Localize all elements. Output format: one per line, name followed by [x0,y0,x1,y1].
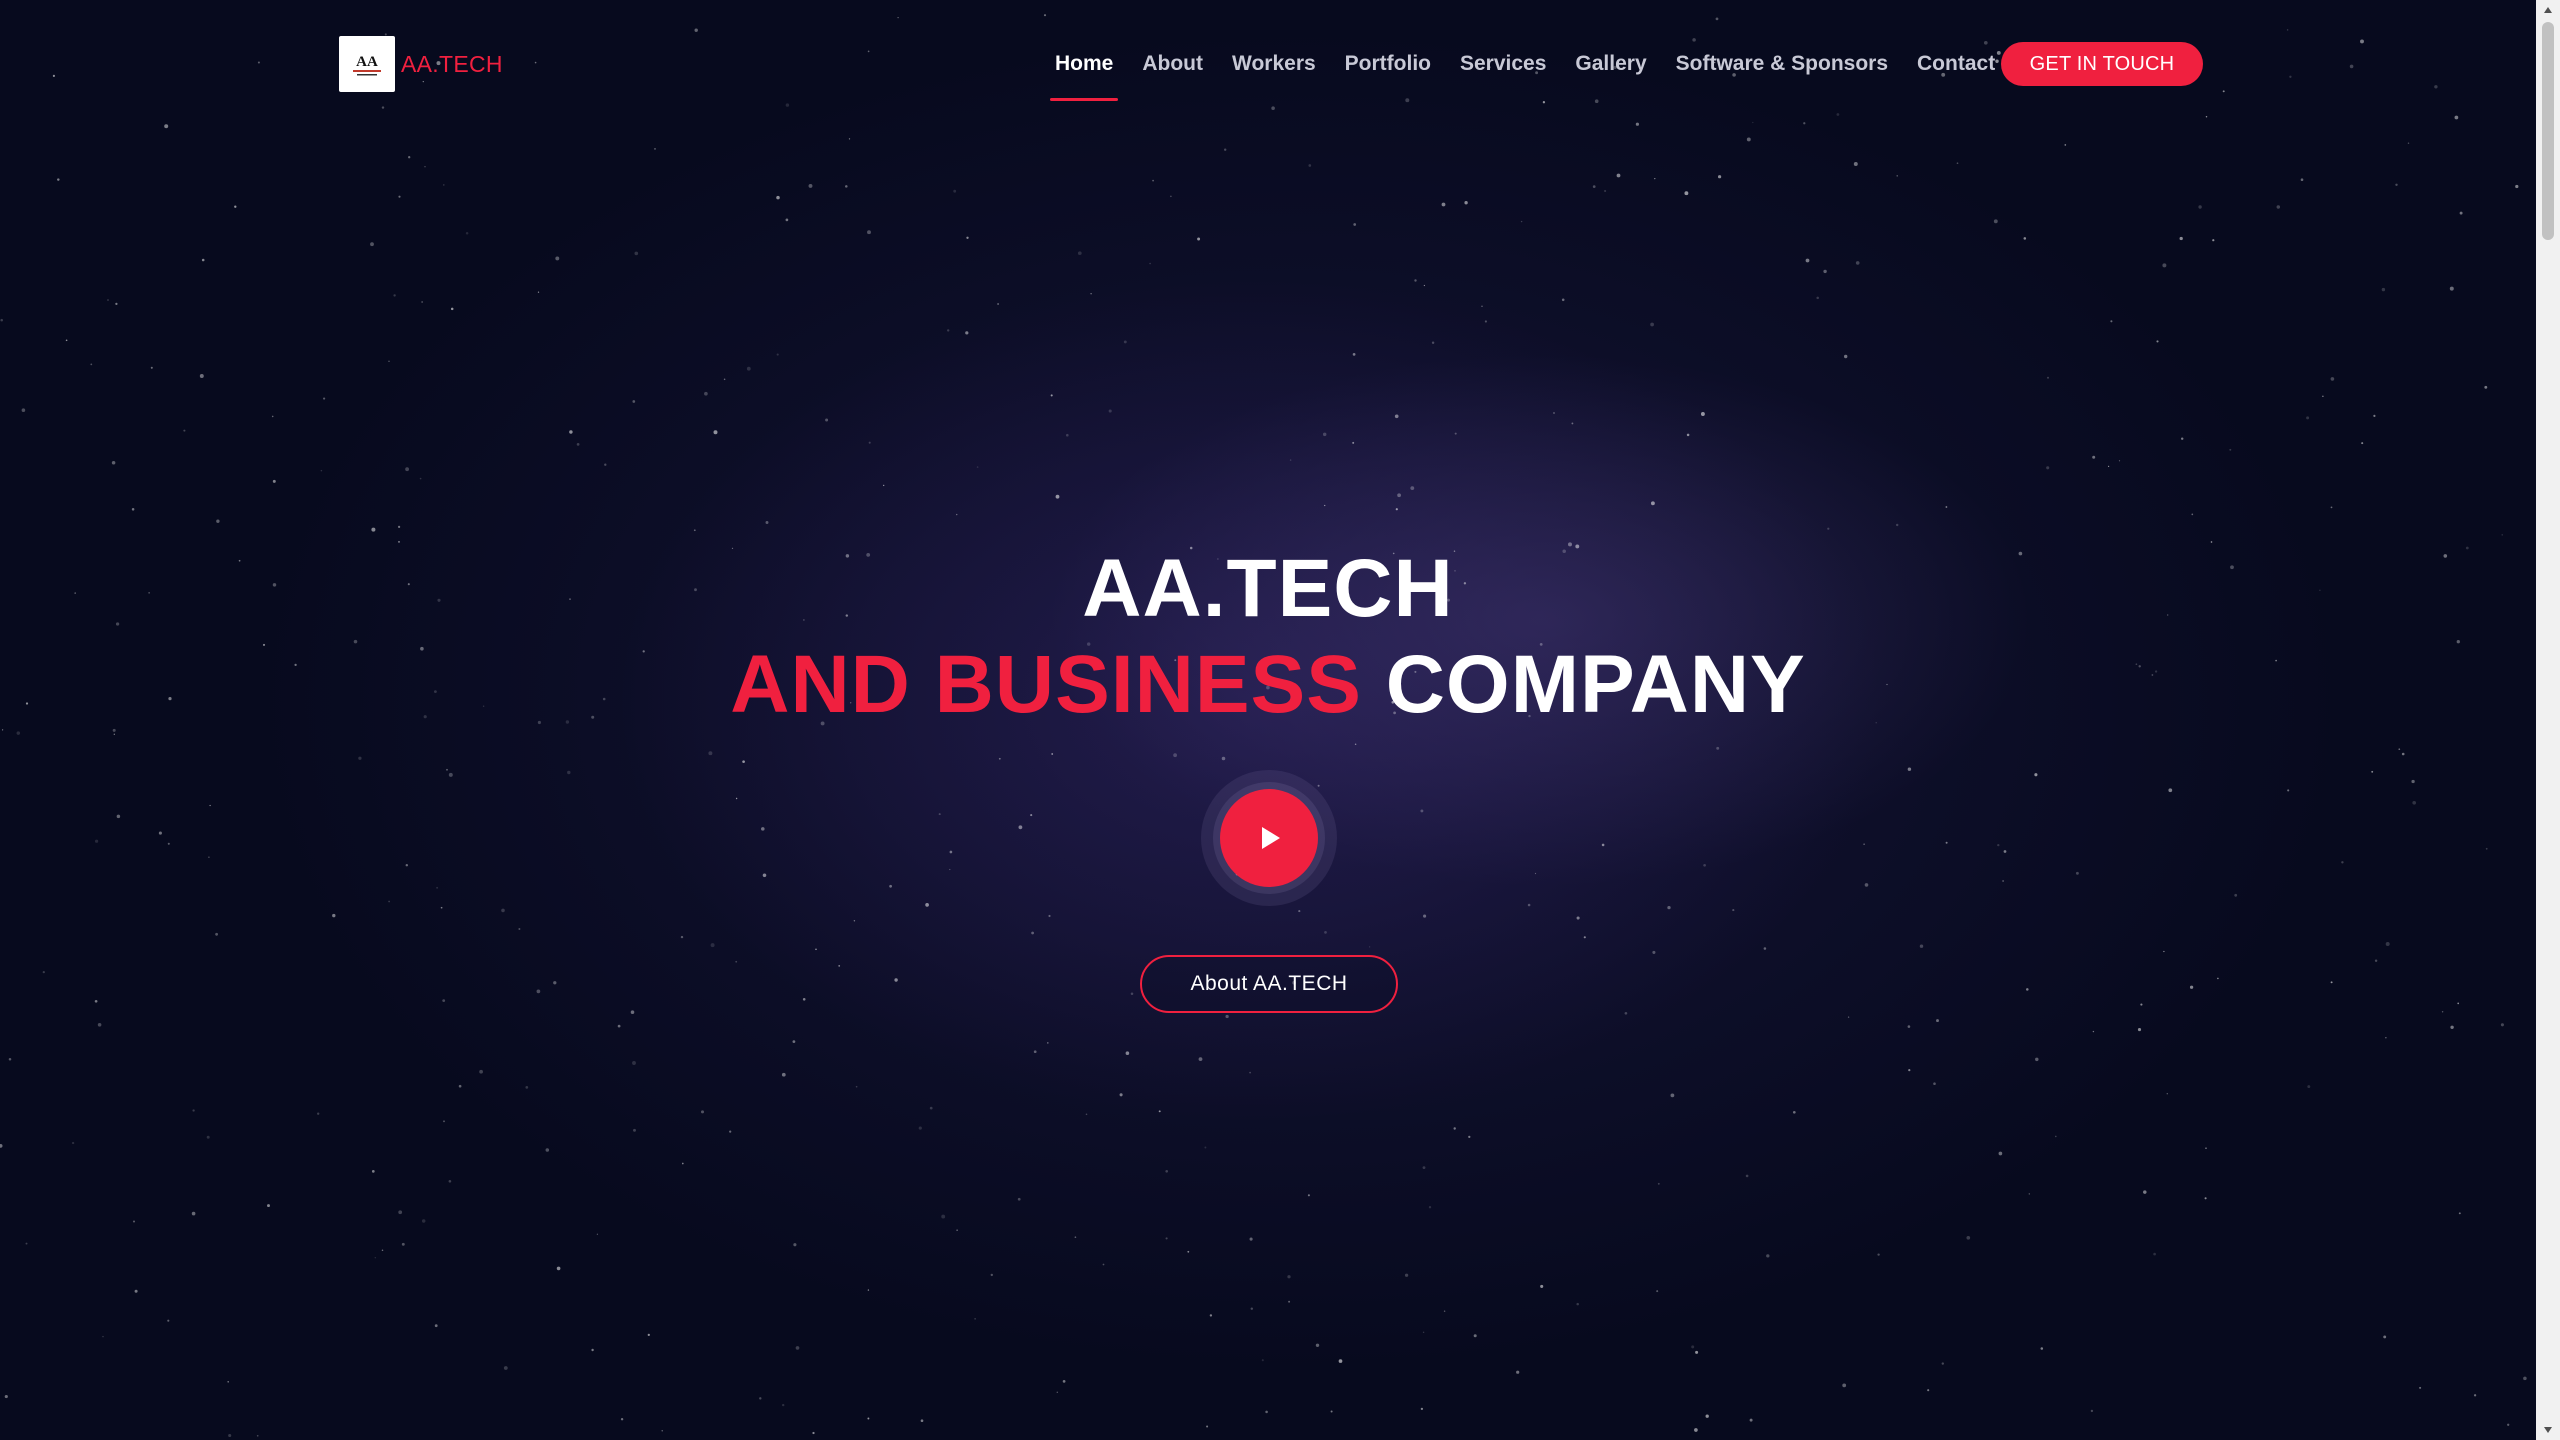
main-nav: Home About Workers Portfolio Services Ga… [1049,48,2024,101]
video-play-ring [1213,782,1325,894]
hero-title-rest: COMPANY [1385,639,1806,730]
hero-title-highlight: AND BUSINESS [730,639,1362,730]
nav-item-portfolio[interactable]: Portfolio [1345,52,1431,76]
logo[interactable]: AA AA.TECH [339,36,503,92]
nav-item-about[interactable]: About [1142,52,1203,76]
logo-mark-icon: AA [353,54,381,76]
nav-item-services[interactable]: Services [1460,52,1546,76]
scrollbar-thumb[interactable] [2542,22,2554,240]
nav-item-workers[interactable]: Workers [1232,52,1316,76]
about-company-button[interactable]: About AA.TECH [1140,955,1398,1013]
page: AA AA.TECH Home About Workers Portfolio … [0,0,2536,1440]
hero-title-line1: AA.TECH [1082,543,1454,634]
site-header: AA AA.TECH Home About Workers Portfolio … [0,0,2536,130]
scroll-up-arrow-icon[interactable] [2536,0,2560,20]
scroll-down-arrow-icon[interactable] [2536,1420,2560,1440]
logo-badge-text: AA [356,54,378,70]
nav-item-software-sponsors[interactable]: Software & Sponsors [1676,52,1888,76]
hero-title-line2: AND BUSINESS COMPANY [0,644,2536,726]
nav-item-contact[interactable]: Contact [1917,52,1995,76]
video-play-halo [1201,770,1337,906]
get-in-touch-button[interactable]: GET IN TOUCH [2001,42,2203,86]
nav-item-gallery[interactable]: Gallery [1575,52,1646,76]
logo-text: AA.TECH [401,50,503,77]
logo-image: AA [339,36,395,92]
page-scrollbar[interactable] [2536,0,2560,1440]
nav-item-home[interactable]: Home [1049,52,1119,101]
play-icon [1262,827,1280,849]
video-play-button[interactable] [1220,789,1318,887]
